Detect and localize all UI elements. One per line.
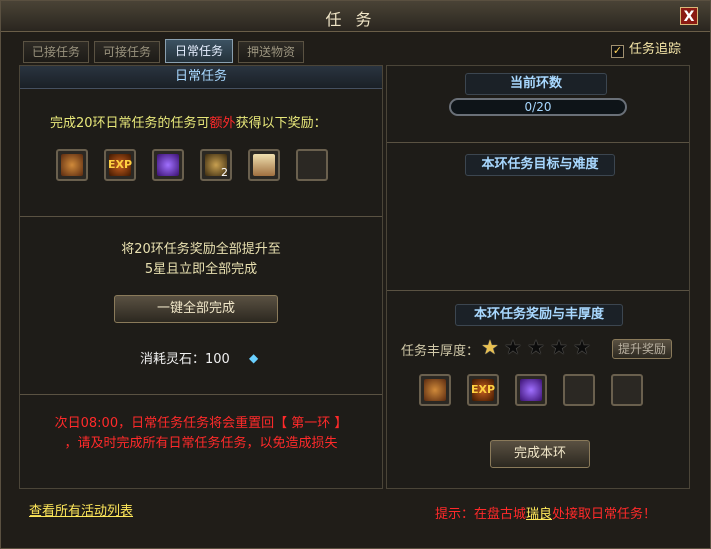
quest-window: 任务 X 已接任务 可接任务 日常任务 押送物资 ✓ 任务追踪 日常任务 完成20… [0, 0, 711, 549]
star-empty-icon: ★ [573, 335, 591, 359]
round-panel: 当前环数 0/20 本环任务目标与难度 本环任务奖励与丰厚度 任务丰厚度： ★ ★… [386, 65, 690, 489]
reward-richness-label: 本环任务奖励与丰厚度 [455, 304, 623, 326]
tab-escort[interactable]: 押送物资 [238, 41, 304, 63]
divider [387, 290, 689, 291]
shadow-figure-icon[interactable] [515, 374, 547, 406]
richness-label: 任务丰厚度： [401, 344, 480, 359]
upgrade-line-2: 5星且立即全部完成 [144, 262, 258, 277]
upgrade-line-1: 将20环任务奖励全部提升至 [121, 242, 281, 257]
goal-label: 本环任务目标与难度 [465, 154, 615, 176]
daily-header: 日常任务 [20, 66, 382, 89]
star-filled-icon: ★ [481, 335, 499, 359]
divider [20, 216, 382, 217]
upgrade-reward-button[interactable]: 提升奖励 [612, 339, 672, 359]
current-round-label: 当前环数 [465, 73, 607, 95]
npc-link[interactable]: 瑞良 [526, 507, 552, 522]
scroll-icon[interactable] [248, 149, 280, 181]
empty-slot [296, 149, 328, 181]
intro-text-end: 获得以下奖励： [235, 116, 327, 131]
tracking-checkbox[interactable]: ✓ [611, 45, 624, 58]
exp-icon[interactable]: EXP [104, 149, 136, 181]
tab-daily[interactable]: 日常任务 [165, 39, 233, 63]
reward-intro: 完成20环日常任务的任务可额外获得以下奖励： [50, 112, 327, 131]
tab-available[interactable]: 可接任务 [94, 41, 160, 63]
quest-tracking-toggle[interactable]: ✓ 任务追踪 [611, 41, 681, 59]
divider [387, 142, 689, 143]
richness-stars: ★ ★ ★ ★ ★ [481, 337, 601, 359]
title-bar[interactable]: 任务 X [1, 1, 710, 32]
reset-notice-1: 次日08:00，日常任务任务将会重置回【 第一环 】 [54, 416, 348, 431]
potion-count: 2 [221, 166, 228, 179]
window-title: 任务 [325, 10, 386, 29]
activity-list-link[interactable]: 查看所有活动列表 [29, 500, 133, 519]
close-icon[interactable]: X [680, 7, 698, 25]
tip-text-end: 处接取日常任务！ [552, 507, 657, 522]
tracking-label: 任务追踪 [629, 42, 682, 57]
daily-panel: 日常任务 完成20环日常任务的任务可额外获得以下奖励： EXP 2 将20环任务… [19, 65, 383, 489]
intro-text: 完成20环日常任务的任务可 [50, 116, 210, 131]
divider [20, 394, 382, 395]
reset-notice-2: ，请及时完成所有日常任务任务，以免造成损失 [64, 436, 338, 451]
cost-label: 消耗灵石：100 [140, 352, 230, 367]
empty-slot [563, 374, 595, 406]
complete-round-button[interactable]: 完成本环 [490, 440, 590, 468]
star-empty-icon: ★ [527, 335, 545, 359]
potion-icon[interactable]: 2 [200, 149, 232, 181]
exp-icon[interactable]: EXP [467, 374, 499, 406]
star-empty-icon: ★ [504, 335, 522, 359]
chest-icon[interactable] [419, 374, 451, 406]
round-progress-bar: 0/20 [449, 98, 627, 116]
intro-extra: 额外 [209, 116, 236, 131]
chest-icon[interactable] [56, 149, 88, 181]
npc-tip: 提示：在盘古城瑞良处接取日常任务！ [435, 503, 656, 522]
star-empty-icon: ★ [550, 335, 568, 359]
tab-accepted[interactable]: 已接任务 [23, 41, 89, 63]
progress-text: 0/20 [524, 100, 552, 114]
gem-icon: ◆ [249, 351, 259, 365]
complete-all-button[interactable]: 一键全部完成 [114, 295, 278, 323]
tip-text: 提示：在盘古城 [435, 507, 527, 522]
empty-slot [611, 374, 643, 406]
shadow-figure-icon[interactable] [152, 149, 184, 181]
